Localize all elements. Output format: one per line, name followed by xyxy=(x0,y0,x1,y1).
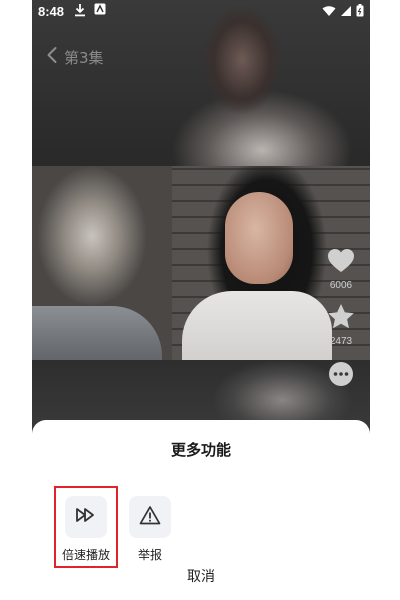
heart-icon xyxy=(327,248,355,278)
favorite-action[interactable]: 2473 xyxy=(326,303,356,347)
highlight-annotation-box xyxy=(54,486,118,568)
more-icon xyxy=(328,361,354,391)
signal-icon xyxy=(340,5,352,20)
report-button[interactable] xyxy=(129,496,171,538)
girl-shirt-scene xyxy=(182,291,332,360)
chevron-left-icon[interactable] xyxy=(46,46,58,68)
star-icon xyxy=(327,303,355,334)
wifi-icon xyxy=(322,5,336,20)
warning-icon xyxy=(139,505,161,529)
report-label: 举报 xyxy=(137,548,162,562)
status-bar: 8:48 xyxy=(32,0,370,24)
more-functions-sheet: 更多功能 倍速播放 举报 取消 xyxy=(32,420,370,600)
cancel-button[interactable]: 取消 xyxy=(32,566,370,586)
phone-screen: 8:48 第3集 6006 2473 更多功能 倍速播放 举报 取消 xyxy=(32,0,370,600)
episode-title: 第3集 xyxy=(64,48,104,67)
app-icon xyxy=(94,3,106,20)
like-action[interactable]: 6006 xyxy=(326,248,356,291)
status-time: 8:48 xyxy=(38,4,65,19)
favorite-count: 2473 xyxy=(329,336,353,347)
battery-icon xyxy=(356,4,364,20)
sheet-title: 更多功能 xyxy=(170,441,231,459)
download-icon xyxy=(74,3,86,20)
girl-face-scene xyxy=(225,192,293,284)
side-action-bar: 6006 2473 xyxy=(326,248,356,391)
like-count: 6006 xyxy=(329,280,353,291)
top-navigation: 第3集 xyxy=(46,46,104,68)
report-option[interactable]: 举报 xyxy=(120,496,180,563)
video-player[interactable] xyxy=(32,166,370,360)
more-action[interactable] xyxy=(326,361,356,391)
